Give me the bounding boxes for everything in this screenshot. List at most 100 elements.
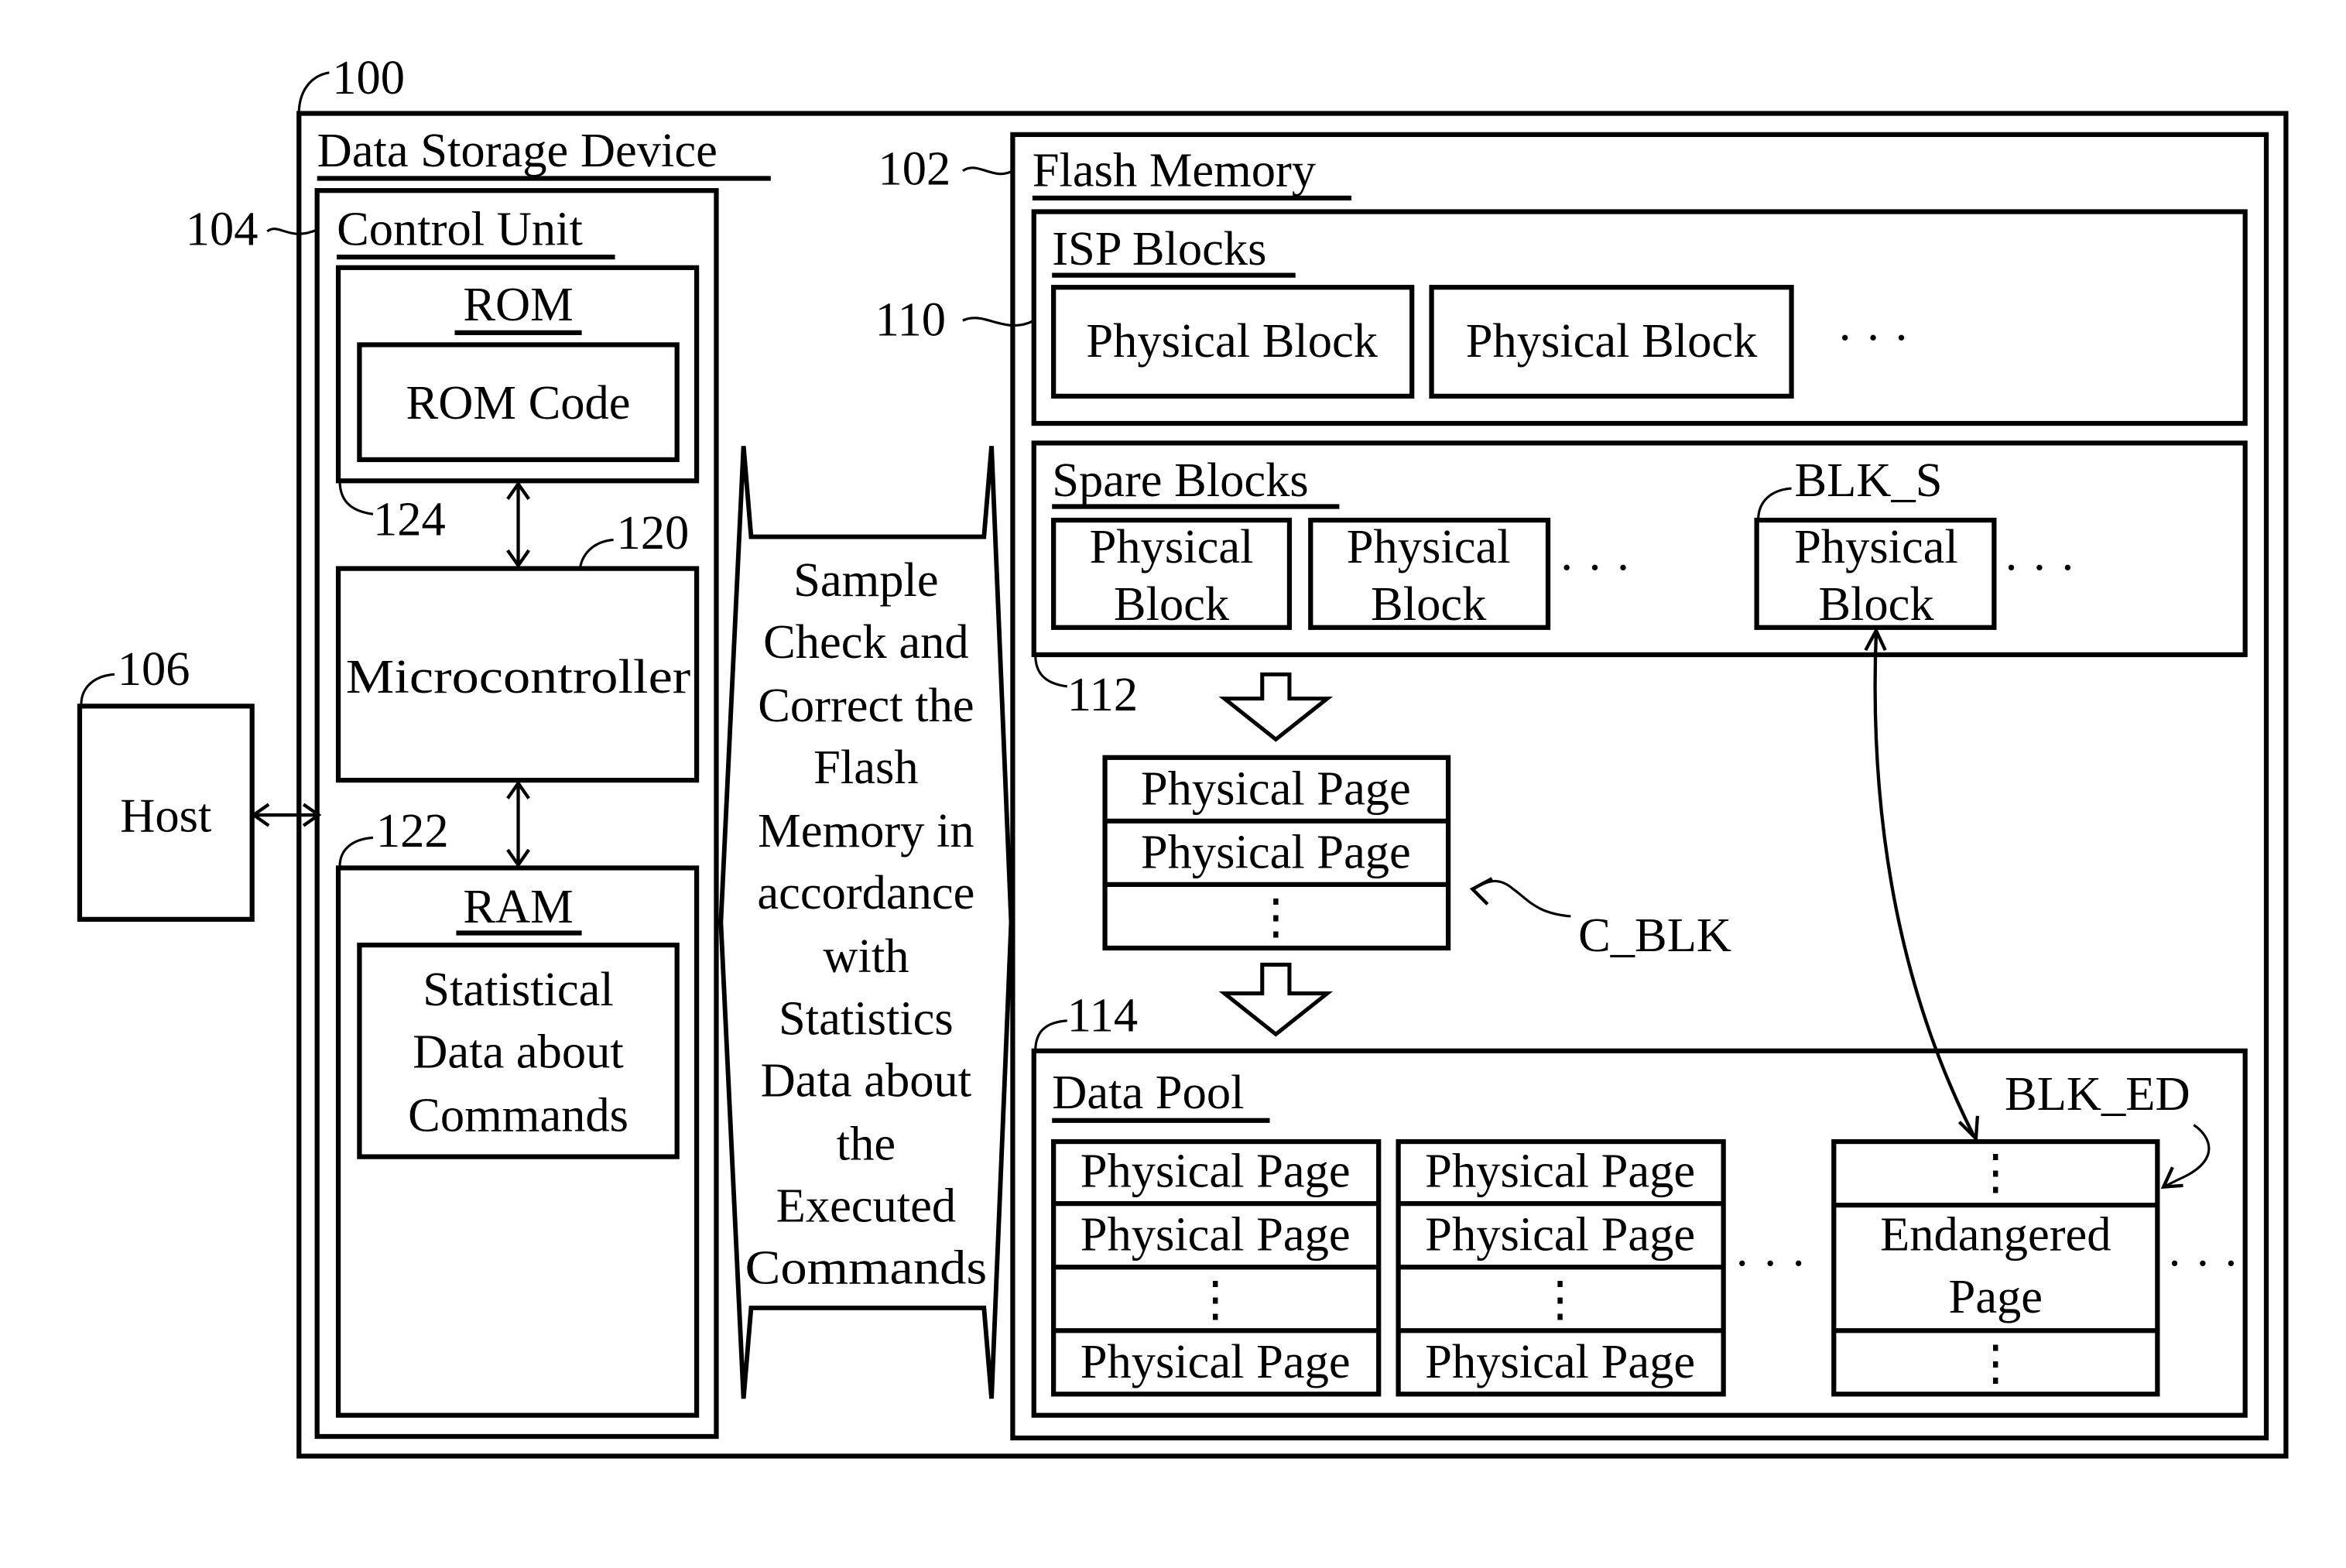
isp-blocks-ellipsis: · · ·	[1837, 310, 1909, 365]
endangered-page-line-2: Page	[1949, 1269, 2043, 1323]
spare-blocks: Spare Blocks Physical Block Physical Blo…	[1031, 440, 2248, 721]
rom-ref-number: 124	[373, 492, 446, 546]
c-blk-page-1: Physical Page	[1141, 761, 1411, 815]
rom-title: ROM	[463, 277, 573, 331]
sample-check-arrow: Sample Check and Correct the Flash Memor…	[718, 446, 1014, 1399]
sample-check-line-10: the	[837, 1116, 896, 1170]
host-device-arrow	[250, 803, 322, 827]
spare-physical-block-1-line-1: Physical	[1090, 519, 1254, 573]
flash-memory: 102 Flash Memory ISP Blocks 110 Physical…	[875, 132, 2269, 1441]
c-blk-page-2: Physical Page	[1141, 824, 1411, 878]
data-pool-ref-leader	[1034, 1019, 1067, 1051]
sample-check-line-3: Correct the	[758, 678, 974, 732]
host-label: Host	[120, 789, 211, 843]
down-arrow-cblk-to-pool	[1218, 962, 1334, 1037]
ram: 122 RAM Statistical Data about Commands	[335, 803, 700, 1418]
blk-ed-vdots-bottom: ⋮	[1971, 1336, 2020, 1390]
ram-ref-number: 122	[376, 803, 449, 858]
data-pool: 114 Data Pool Physical Page Physical Pag…	[1031, 988, 2248, 1418]
spare-physical-block-blk-s-line-2: Block	[1818, 577, 1934, 631]
blk-ed-vdots-top: ⋮	[1971, 1145, 2020, 1200]
blk-s-to-blk-ed-arrow	[1864, 626, 1980, 1143]
isp-blocks-ref-number: 110	[875, 293, 946, 347]
spare-blocks-title: Spare Blocks	[1052, 453, 1309, 507]
c-blk-leader	[1473, 879, 1571, 918]
host-ref-leader	[80, 673, 115, 705]
ram-ref-leader	[338, 836, 374, 867]
sample-check-line-5: Memory in	[758, 803, 974, 858]
c-blk: Physical Page Physical Page ⋮ C_BLK	[1102, 755, 1731, 962]
c-blk-label: C_BLK	[1578, 908, 1731, 962]
pool1-page-2: Physical Page	[1081, 1207, 1351, 1262]
data-pool-block-2: Physical Page Physical Page ⋮ Physical P…	[1396, 1138, 1726, 1397]
pool2-page-last: Physical Page	[1425, 1334, 1695, 1388]
spare-blocks-ellipsis-1: · · ·	[1559, 540, 1632, 594]
control-unit-ref-number: 104	[186, 202, 259, 256]
microcontroller-ref-leader	[579, 538, 614, 567]
sample-check-line-2: Check and	[763, 615, 969, 669]
device-title: Data Storage Device	[317, 123, 717, 177]
spare-physical-block-blk-s-line-1: Physical	[1794, 519, 1958, 573]
sample-check-line-8: Statistics	[779, 991, 954, 1045]
control-unit-title: Control Unit	[337, 202, 583, 256]
spare-physical-block-1-line-2: Block	[1114, 577, 1230, 631]
spare-blocks-ref-leader	[1034, 654, 1067, 688]
statistical-data-line-3: Commands	[408, 1087, 628, 1142]
data-pool-block-blk-ed: ⋮ Endangered Page ⋮	[1831, 1138, 2160, 1397]
isp-physical-block-2-label: Physical Block	[1466, 313, 1758, 368]
rom-ref-leader	[338, 481, 374, 515]
data-pool-ref-number: 114	[1067, 988, 1138, 1042]
sample-check-line-7: with	[823, 929, 909, 983]
device-ref-number: 100	[332, 50, 405, 104]
flash-memory-ref-leader	[962, 166, 1014, 176]
flash-memory-ref-number: 102	[878, 141, 951, 195]
pool2-page-2: Physical Page	[1425, 1207, 1695, 1262]
spare-physical-block-2-line-1: Physical	[1347, 519, 1511, 573]
pool1-vdots: ⋮	[1191, 1272, 1240, 1327]
c-blk-vdots: ⋮	[1252, 889, 1300, 943]
blk-ed-leader-arrowhead	[2160, 1166, 2183, 1190]
pool1-page-1: Physical Page	[1081, 1144, 1351, 1198]
blk-ed-leader	[2166, 1124, 2211, 1187]
isp-blocks-ref-leader	[962, 317, 1035, 327]
host: Host 106	[77, 642, 255, 922]
isp-blocks: ISP Blocks 110 Physical Block Physical B…	[875, 209, 2248, 426]
spare-blocks-ref-number: 112	[1067, 667, 1138, 721]
blk-s-leader	[1757, 487, 1792, 521]
pool2-vdots: ⋮	[1536, 1272, 1584, 1327]
data-pool-ellipsis-2: · · ·	[2166, 1236, 2239, 1290]
statistical-data-line-2: Data about	[413, 1024, 623, 1078]
down-arrow-spare-to-cblk	[1218, 672, 1334, 742]
ram-title: RAM	[463, 879, 573, 933]
sample-check-line-1: Sample	[793, 553, 938, 607]
sample-check-line-11: Executed	[776, 1179, 957, 1233]
data-pool-block-1: Physical Page Physical Page ⋮ Physical P…	[1051, 1138, 1382, 1397]
blk-s-label: BLK_S	[1794, 453, 1942, 507]
statistical-data-line-1: Statistical	[423, 962, 614, 1016]
endangered-page-line-1: Endangered	[1880, 1207, 2111, 1262]
microcontroller-label: Microcontroller	[346, 649, 691, 704]
flash-memory-title: Flash Memory	[1033, 142, 1316, 197]
sample-check-line-9: Data about	[761, 1053, 971, 1107]
diagram-canvas: 100 Data Storage Device 104 Control Unit…	[77, 50, 2289, 1459]
blk-s-to-blk-ed-curve	[1873, 632, 1976, 1138]
pool2-page-1: Physical Page	[1425, 1144, 1695, 1198]
sample-check-line-12: Commands	[745, 1241, 988, 1295]
device-ref-leader	[297, 71, 330, 114]
sample-check-line-6: accordance	[757, 865, 974, 919]
control-unit-ref-leader	[266, 228, 318, 235]
microcontroller-ref-number: 120	[617, 505, 690, 560]
micro-ram-arrow	[506, 780, 530, 868]
blk-ed-label: BLK_ED	[2005, 1066, 2190, 1121]
data-pool-title: Data Pool	[1052, 1065, 1244, 1119]
host-ref-number: 106	[118, 642, 190, 696]
rom-micro-arrow	[506, 481, 530, 569]
sample-check-line-4: Flash	[813, 740, 918, 794]
spare-blocks-ellipsis-2: · · ·	[2003, 540, 2076, 594]
pool1-page-last: Physical Page	[1081, 1334, 1351, 1388]
isp-blocks-title: ISP Blocks	[1052, 221, 1266, 276]
spare-physical-block-2-line-2: Block	[1371, 577, 1487, 631]
data-pool-ellipsis-1: · · ·	[1734, 1236, 1807, 1290]
isp-physical-block-1-label: Physical Block	[1086, 313, 1378, 368]
rom-code-label: ROM Code	[406, 375, 631, 430]
